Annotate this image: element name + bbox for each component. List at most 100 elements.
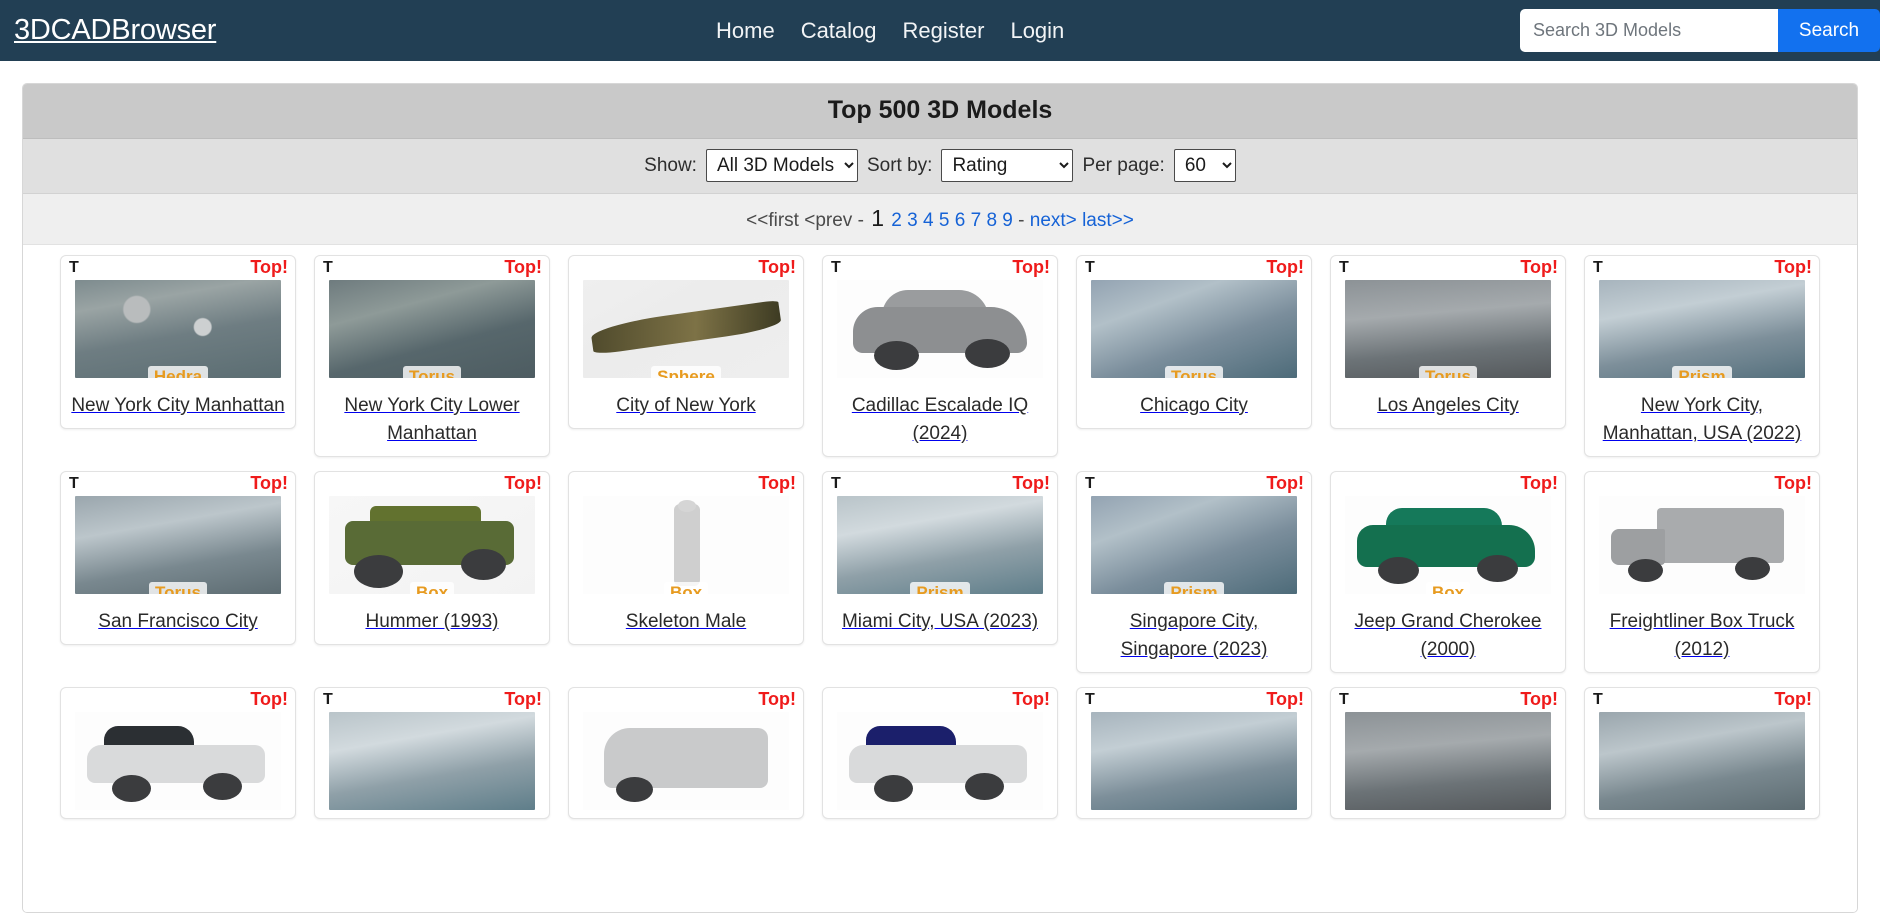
model-card[interactable]: Top!	[60, 687, 296, 819]
top-badge: Top!	[1772, 473, 1814, 494]
model-thumbnail: T Top!	[1077, 688, 1311, 810]
model-card[interactable]: Top!	[822, 687, 1058, 819]
model-card[interactable]: Top! Freightliner Box Truck (2012)	[1584, 471, 1820, 673]
model-preview-image	[1599, 496, 1805, 594]
top-badge: Top!	[248, 473, 290, 494]
top-badge: Top!	[1772, 689, 1814, 710]
model-card[interactable]: Top!	[568, 687, 804, 819]
model-card[interactable]: Top! Box Skeleton Male	[568, 471, 804, 645]
model-shape	[1656, 507, 1785, 563]
model-geometry-tag: Box	[569, 582, 803, 594]
model-card[interactable]: T Top! Torus San Francisco City	[60, 471, 296, 645]
page-content: Top 500 3D Models Show: All 3D Models So…	[0, 61, 1880, 913]
model-card[interactable]: T Top! Hedra New York City Manhattan	[60, 255, 296, 429]
model-card[interactable]: T Top! Prism Miami City, USA (2023)	[822, 471, 1058, 645]
top-badge: Top!	[756, 257, 798, 278]
top-model-letter-badge: T	[829, 474, 843, 493]
model-card[interactable]: T Top! Cadillac Escalade IQ (2024)	[822, 255, 1058, 457]
pagination-page-9[interactable]: 9	[1002, 210, 1013, 231]
model-thumbnail: T Top! Torus	[61, 472, 295, 594]
top-model-letter-badge: T	[1083, 258, 1097, 277]
top-badge: Top!	[1010, 257, 1052, 278]
pagination-page-5[interactable]: 5	[939, 210, 950, 231]
model-title: New York City, Manhattan, USA (2022)	[1602, 395, 1802, 444]
pagination-page-6[interactable]: 6	[955, 210, 966, 231]
model-card[interactable]: T Top! Prism Singapore City, Singapore (202…	[1076, 471, 1312, 673]
model-card[interactable]: T Top! Prism New York City, Manhattan, USA …	[1584, 255, 1820, 457]
model-card[interactable]: T Top! Torus New York City Lower Manhattan	[314, 255, 550, 457]
model-card[interactable]: Top! Box Jeep Grand Cherokee (2000)	[1330, 471, 1566, 673]
model-preview-image	[75, 712, 281, 810]
model-preview-image	[75, 496, 281, 594]
pagination: <<first <prev - 1 2 3 4 5 6 7 8 9 - next…	[23, 194, 1857, 245]
search-input[interactable]	[1520, 9, 1778, 52]
top-badge: Top!	[1010, 473, 1052, 494]
model-title: Freightliner Box Truck (2012)	[1609, 611, 1795, 660]
model-preview-image	[583, 712, 789, 810]
top-badge: Top!	[756, 473, 798, 494]
nav-link-home[interactable]: Home	[716, 18, 775, 44]
brand-logo[interactable]: 3DCADBrowser	[14, 14, 216, 47]
sort-select[interactable]: Rating	[941, 149, 1074, 182]
model-card[interactable]: Top! Sphere City of New York	[568, 255, 804, 429]
model-card[interactable]: T Top!	[1076, 687, 1312, 819]
model-title: Los Angeles City	[1377, 395, 1519, 416]
search-button[interactable]: Search	[1778, 9, 1880, 52]
model-title: Jeep Grand Cherokee (2000)	[1354, 611, 1542, 660]
model-preview-image	[1345, 496, 1551, 594]
page-title: Top 500 3D Models	[827, 96, 1053, 124]
top-model-letter-badge: T	[1083, 474, 1097, 493]
model-thumbnail: Top! Box	[1331, 472, 1565, 594]
model-card[interactable]: T Top!	[1584, 687, 1820, 819]
top-badge: Top!	[502, 257, 544, 278]
nav-link-catalog[interactable]: Catalog	[801, 18, 877, 44]
model-card[interactable]: T Top! Torus Los Angeles City	[1330, 255, 1566, 429]
pagination-page-2[interactable]: 2	[891, 210, 902, 231]
model-shape	[677, 499, 697, 512]
show-label: Show:	[644, 154, 697, 176]
filter-controls: Show: All 3D Models Sort by: Rating Per …	[23, 139, 1857, 194]
model-geometry-tag: Sphere	[569, 366, 803, 378]
nav-link-login[interactable]: Login	[1010, 18, 1064, 44]
top-model-letter-badge: T	[1337, 258, 1351, 277]
model-preview-image	[837, 712, 1043, 810]
model-shape	[87, 745, 265, 783]
nav-link-register[interactable]: Register	[903, 18, 985, 44]
model-title: New York City Lower Manhattan	[344, 395, 520, 444]
model-preview-image	[329, 712, 535, 810]
model-preview-image	[329, 280, 535, 378]
pagination-page-3[interactable]: 3	[907, 210, 918, 231]
model-preview-image	[1091, 712, 1297, 810]
pagination-prev[interactable]: <prev	[804, 210, 852, 231]
model-title: City of New York	[616, 395, 756, 416]
models-row: Top! T Top! Top! Top! T Top! T Top! T Top!	[32, 687, 1848, 833]
pagination-page-8[interactable]: 8	[986, 210, 997, 231]
models-row: T Top! Hedra New York City Manhattan T Top! To…	[32, 255, 1848, 471]
model-thumbnail: Top!	[61, 688, 295, 810]
top-badge: Top!	[1518, 473, 1560, 494]
per-page-select[interactable]: 60	[1173, 149, 1236, 182]
model-shape	[1627, 558, 1663, 583]
top-badge: Top!	[1264, 689, 1306, 710]
model-title: New York City Manhattan	[71, 395, 285, 416]
model-thumbnail: Top! Box	[315, 472, 549, 594]
model-card[interactable]: T Top!	[314, 687, 550, 819]
pagination-first[interactable]: <<first	[746, 210, 799, 231]
model-thumbnail: T Top! Prism	[1585, 256, 1819, 378]
model-card[interactable]: T Top! Torus Chicago City	[1076, 255, 1312, 429]
model-geometry-tag: Torus	[1331, 366, 1565, 378]
nav-links: Home Catalog Register Login	[716, 0, 1064, 61]
pagination-last[interactable]: last>>	[1082, 210, 1134, 231]
model-title: Chicago City	[1140, 395, 1248, 416]
pagination-page-4[interactable]: 4	[923, 210, 934, 231]
model-thumbnail: Top! Sphere	[569, 256, 803, 378]
model-geometry-tag: Box	[1331, 582, 1565, 594]
pagination-next[interactable]: next>	[1030, 210, 1077, 231]
model-card[interactable]: Top! Box Hummer (1993)	[314, 471, 550, 645]
model-thumbnail: T Top! Torus	[315, 256, 549, 378]
show-select[interactable]: All 3D Models	[705, 149, 858, 182]
model-preview-image	[1599, 280, 1805, 378]
pagination-page-7[interactable]: 7	[971, 210, 982, 231]
model-card[interactable]: T Top!	[1330, 687, 1566, 819]
model-shape	[615, 776, 654, 803]
